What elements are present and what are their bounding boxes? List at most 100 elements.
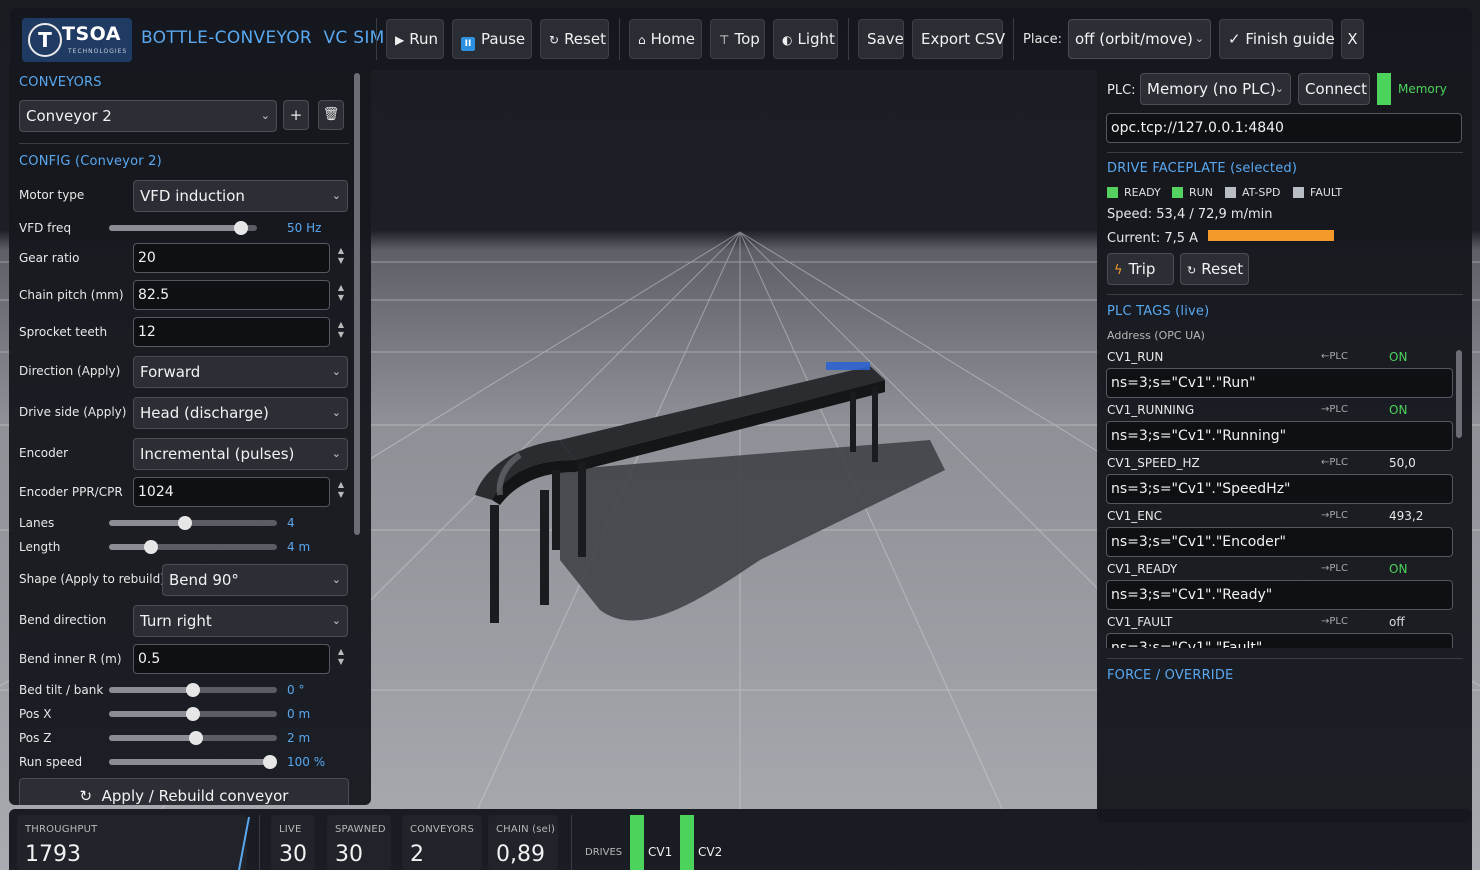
sprocket-teeth-stepper[interactable]: ▲ ▼ bbox=[336, 320, 346, 340]
plc-tags-title: PLC TAGS (live) bbox=[1107, 304, 1210, 319]
chain-label: CHAIN (sel) bbox=[496, 824, 556, 835]
tag-list-scrollbar[interactable] bbox=[1456, 350, 1462, 438]
logo-subtext: TECHNOLOGIES bbox=[68, 48, 128, 55]
top-label: Top bbox=[734, 30, 760, 48]
pos-z-value: 2 m bbox=[287, 731, 311, 745]
light-toggle-button[interactable]: ◐ Light bbox=[773, 19, 838, 59]
shape-value: Bend 90° bbox=[169, 571, 239, 589]
conveyors-label: CONVEYORS bbox=[410, 824, 475, 835]
slider-thumb[interactable] bbox=[186, 707, 200, 721]
export-csv-button[interactable]: Export CSV bbox=[912, 19, 1005, 59]
tag-address-input[interactable]: ns=3;s="Cv1"."Running" bbox=[1106, 421, 1453, 451]
pos-z-slider[interactable] bbox=[109, 731, 277, 745]
chain-pitch-input[interactable]: 82.5 bbox=[133, 280, 330, 310]
left-config-panel: CONVEYORS Conveyor 2 ⌄ + 🗑 CONFIG (Conve… bbox=[9, 63, 371, 805]
plc-mode-select[interactable]: Memory (no PLC) ⌄ bbox=[1140, 73, 1291, 105]
trip-button[interactable]: ϟ Trip bbox=[1107, 253, 1174, 285]
finish-guide-button[interactable]: ✓ Finish guide bbox=[1219, 19, 1335, 59]
slider-thumb[interactable] bbox=[144, 540, 159, 554]
plc-tag-row: CV1_RUNNING →PLC ON ns=3;s="Cv1"."Running" bbox=[1097, 401, 1472, 454]
slider-thumb[interactable] bbox=[263, 755, 277, 769]
motor-type-label: Motor type bbox=[19, 188, 85, 202]
save-button[interactable]: Save bbox=[858, 19, 904, 59]
pos-x-value: 0 m bbox=[287, 707, 311, 721]
play-icon: ▶ bbox=[395, 33, 405, 47]
slider-thumb[interactable] bbox=[233, 221, 248, 235]
chain-pitch-stepper[interactable]: ▲ ▼ bbox=[336, 283, 346, 303]
chevron-down-icon: ⌄ bbox=[331, 189, 341, 202]
section-divider bbox=[1107, 152, 1463, 153]
encoder-ppr-stepper[interactable]: ▲ ▼ bbox=[336, 480, 346, 500]
chevron-down-icon: ⌄ bbox=[331, 447, 341, 460]
plc-endpoint-input[interactable]: opc.tcp://127.0.0.1:4840 bbox=[1106, 113, 1462, 143]
reset-label: Reset bbox=[564, 30, 606, 48]
pause-label: Pause bbox=[481, 30, 526, 48]
run-button[interactable]: ▶ Run bbox=[386, 19, 444, 59]
pause-button[interactable]: II Pause bbox=[452, 19, 532, 59]
lanes-slider[interactable] bbox=[109, 516, 277, 530]
tag-address-input[interactable]: ns=3;s="Cv1"."Fault" bbox=[1106, 633, 1453, 648]
tag-address-input[interactable]: ns=3;s="Cv1"."Run" bbox=[1106, 368, 1453, 398]
pos-x-slider[interactable] bbox=[109, 707, 277, 721]
add-conveyor-button[interactable]: + bbox=[283, 100, 309, 130]
plc-tag-list: CV1_RUN ←PLC ON ns=3;s="Cv1"."Run" CV1_RUNNI… bbox=[1097, 348, 1472, 648]
shape-select[interactable]: Bend 90° ⌄ bbox=[162, 564, 348, 596]
place-mode-select[interactable]: off (orbit/move) ⌄ bbox=[1068, 19, 1211, 59]
live-stat: LIVE 30 bbox=[271, 815, 315, 870]
encoder-ppr-input[interactable]: 1024 bbox=[133, 477, 330, 507]
panel-scrollbar[interactable] bbox=[354, 73, 360, 535]
chevron-down-icon: ⌄ bbox=[331, 573, 341, 586]
tag-value: ON bbox=[1389, 562, 1408, 576]
length-slider[interactable] bbox=[109, 540, 277, 554]
trip-label: Trip bbox=[1128, 260, 1156, 278]
connect-button[interactable]: Connect bbox=[1298, 73, 1370, 105]
conveyors-title: CONVEYORS bbox=[19, 75, 102, 90]
close-button[interactable]: X bbox=[1341, 19, 1364, 59]
drive-indicator-cv1 bbox=[630, 815, 644, 870]
bend-inner-r-input[interactable]: 0.5 bbox=[133, 644, 330, 674]
tag-value: 493,2 bbox=[1389, 509, 1424, 523]
conveyor-select[interactable]: Conveyor 2 ⌄ bbox=[19, 100, 277, 132]
force-override-title: FORCE / OVERRIDE bbox=[1107, 668, 1234, 683]
encoder-label: Encoder bbox=[19, 446, 69, 460]
drive-label-cv1: CV1 bbox=[648, 845, 673, 859]
gear-ratio-input[interactable]: 20 bbox=[133, 243, 330, 273]
drive-side-label: Drive side (Apply) bbox=[19, 405, 127, 419]
apply-rebuild-button[interactable]: ↻ Apply / Rebuild conveyor bbox=[19, 778, 349, 805]
direction-select[interactable]: Forward ⌄ bbox=[133, 356, 348, 388]
conveyors-value: 2 bbox=[410, 842, 424, 867]
run-label: Run bbox=[409, 30, 438, 48]
toolbar-divider bbox=[376, 18, 377, 60]
direction-label: Direction (Apply) bbox=[19, 364, 121, 378]
slider-thumb[interactable] bbox=[189, 731, 204, 745]
spawned-value: 30 bbox=[335, 842, 363, 867]
tag-address-input[interactable]: ns=3;s="Cv1"."SpeedHz" bbox=[1106, 474, 1453, 504]
place-mode-value: off (orbit/move) bbox=[1075, 30, 1193, 48]
tag-address-input[interactable]: ns=3;s="Cv1"."Ready" bbox=[1106, 580, 1453, 610]
run-speed-slider[interactable] bbox=[109, 755, 277, 769]
indicator-run-lamp bbox=[1172, 187, 1183, 198]
section-divider bbox=[1107, 658, 1463, 659]
bend-direction-select[interactable]: Turn right ⌄ bbox=[133, 605, 348, 637]
bend-inner-r-stepper[interactable]: ▲ ▼ bbox=[336, 647, 346, 667]
live-label: LIVE bbox=[279, 824, 302, 835]
slider-thumb[interactable] bbox=[186, 683, 200, 697]
bed-tilt-slider[interactable] bbox=[109, 683, 277, 697]
top-view-button[interactable]: ⊤ Top bbox=[710, 19, 765, 59]
motor-type-select[interactable]: VFD induction ⌄ bbox=[133, 180, 348, 212]
drive-side-select[interactable]: Head (discharge) ⌄ bbox=[133, 397, 348, 429]
encoder-value: Incremental (pulses) bbox=[140, 445, 295, 463]
sprocket-teeth-input[interactable]: 12 bbox=[133, 317, 330, 347]
chevron-down-icon: ⌄ bbox=[1274, 82, 1284, 95]
home-view-button[interactable]: ⌂ Home bbox=[629, 19, 702, 59]
drive-faceplate-title: DRIVE FACEPLATE (selected) bbox=[1107, 161, 1298, 176]
delete-conveyor-button[interactable]: 🗑 bbox=[318, 100, 344, 130]
gear-ratio-stepper[interactable]: ▲ ▼ bbox=[336, 246, 346, 266]
vfd-freq-slider[interactable] bbox=[109, 221, 257, 235]
encoder-select[interactable]: Incremental (pulses) ⌄ bbox=[133, 438, 348, 470]
tag-address-input[interactable]: ns=3;s="Cv1"."Encoder" bbox=[1106, 527, 1453, 557]
slider-thumb[interactable] bbox=[178, 516, 193, 530]
reset-button[interactable]: ↻ Reset bbox=[540, 19, 609, 59]
drive-indicator-cv2 bbox=[680, 815, 694, 870]
drive-reset-button[interactable]: ↻ Reset bbox=[1180, 253, 1249, 285]
